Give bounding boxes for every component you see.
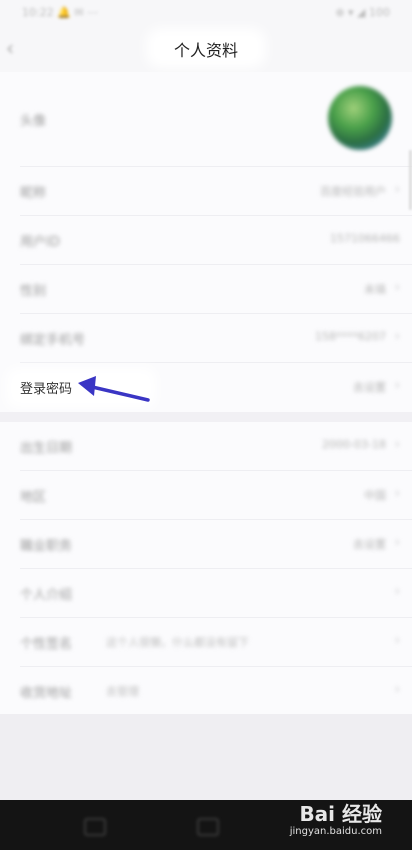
row-label-login-password: 登录密码 [20,382,73,397]
home-nav-icon[interactable] [197,818,219,836]
empty-area [0,714,412,800]
chevron-right-icon: › [394,378,400,393]
watermark-brand: Bai 经验 [299,802,382,826]
row-value: 去设置 [353,381,386,394]
row-extra: 去管理 [106,685,139,698]
chevron-right-icon: › [394,329,400,344]
chevron-right-icon: › [394,182,400,197]
row-value: 158****6207 [315,330,386,343]
chevron-right-icon: › [394,535,400,550]
row-region[interactable]: 地区 中国 › [0,471,412,520]
row-phone[interactable]: 绑定手机号 158****6207 › [0,314,412,363]
row-signature[interactable]: 个性签名 这个人很懒，什么都没有留下 › [0,618,412,667]
row-label: 用户ID [20,235,60,250]
status-bar-right: ⊕ ▾ ◢ 100 [335,6,390,19]
row-label: 收货地址 [20,686,73,701]
row-address[interactable]: 收货地址 去管理 › [0,667,412,716]
row-occupation[interactable]: 職业职务 去设置 › [0,520,412,569]
chevron-right-icon: › [394,437,400,452]
row-label: 昵称 [20,186,47,201]
row-extra: 这个人很懒，什么都没有留下 [106,636,249,649]
header: ‹ 个人资料 [0,26,412,72]
annotation-arrow-icon [78,376,150,402]
row-label: 職业职务 [20,539,73,554]
row-user-id[interactable]: 用户ID 1571066466 [0,216,412,265]
chevron-right-icon: › [394,486,400,501]
chevron-right-icon: › [394,584,400,599]
row-value: 2000-03-18 [322,438,386,451]
row-label: 性别 [20,284,47,299]
profile-card-secondary: 出生日期 2000-03-18 › 地区 中国 › 職业职务 去设置 › 个人介… [0,422,412,714]
status-bar: 10:22 🔔 ✉ ⋯ ⊕ ▾ ◢ 100 [0,0,412,26]
chevron-right-icon: › [394,280,400,295]
row-label: 头像 [20,114,47,129]
row-value: 1571066466 [330,232,400,245]
chevron-right-icon: › [394,633,400,648]
row-avatar[interactable]: 头像 [0,72,412,167]
avatar[interactable] [328,86,392,150]
menu-nav-icon[interactable] [84,818,106,836]
row-nickname[interactable]: 昵称 百度经验用户 › [0,167,412,216]
row-introduction[interactable]: 个人介绍 › [0,569,412,618]
row-value: 百度经验用户 [320,185,386,198]
row-login-password[interactable]: 登录密码 去设置 › [0,363,412,412]
watermark-url: jingyan.baidu.com [289,826,382,837]
row-value: 中国 [364,489,386,502]
status-bar-left: 10:22 🔔 ✉ ⋯ [22,6,99,19]
row-label: 个性签名 [20,637,73,652]
section-gap [0,412,412,422]
row-value: 未填 [364,283,386,296]
row-label: 出生日期 [20,441,73,456]
watermark: Bai 经验 jingyan.baidu.com [272,798,412,844]
row-birthday[interactable]: 出生日期 2000-03-18 › [0,422,412,471]
row-value: 去设置 [353,538,386,551]
chevron-right-icon: › [394,682,400,697]
row-gender[interactable]: 性别 未填 › [0,265,412,314]
row-label: 绑定手机号 [20,333,86,348]
profile-card-primary: 头像 昵称 百度经验用户 › 用户ID 1571066466 性别 未填 › 绑… [0,72,412,412]
row-label: 个人介绍 [20,588,73,603]
row-label: 地区 [20,490,47,505]
page-title: 个人资料 [173,41,238,60]
